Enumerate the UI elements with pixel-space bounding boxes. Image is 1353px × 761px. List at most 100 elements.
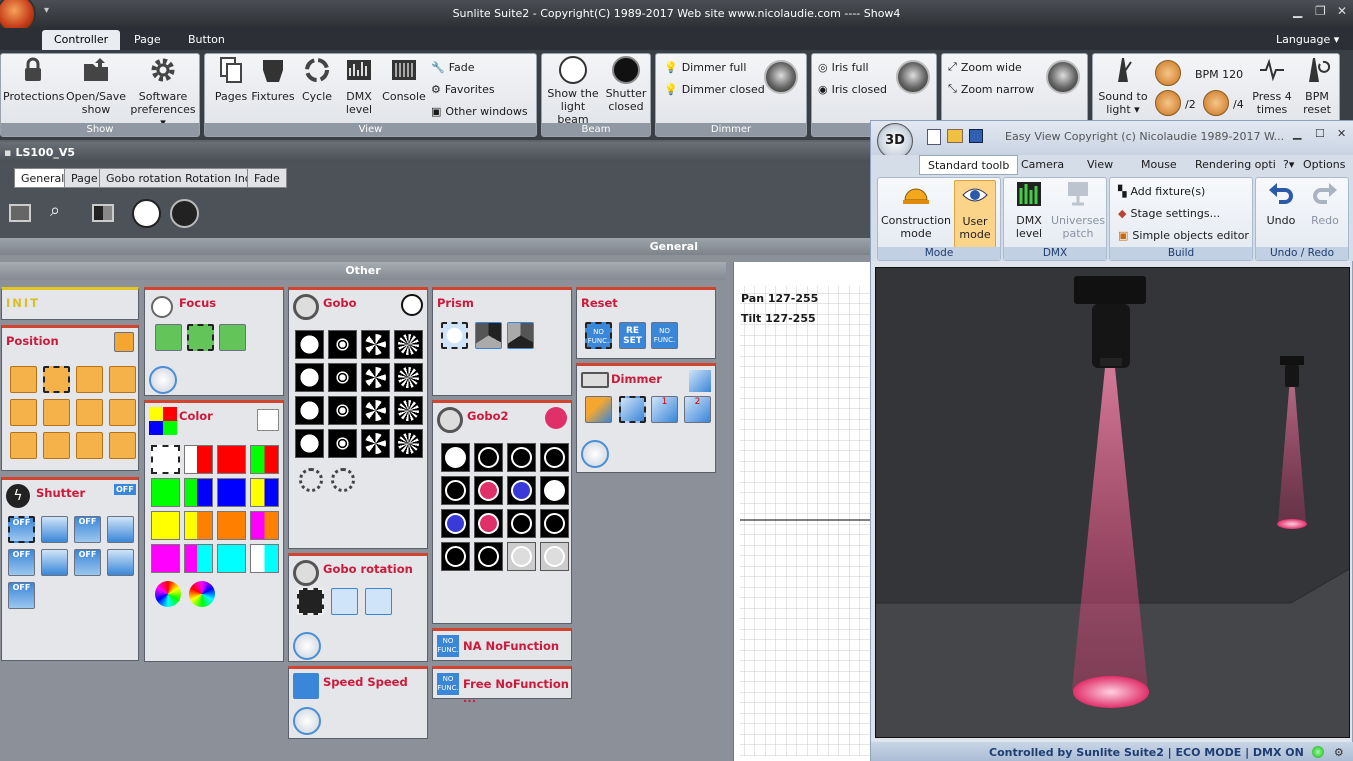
protections-button[interactable]: Protections bbox=[3, 56, 64, 103]
tab-controller[interactable]: Controller bbox=[42, 30, 121, 50]
stage-settings-button[interactable]: ◆ Stage settings... bbox=[1118, 204, 1220, 222]
gobo-pattern-button[interactable] bbox=[328, 396, 357, 425]
gobo-rotation-ccw-button[interactable] bbox=[365, 588, 392, 615]
dmx-level-button[interactable]: DMX level bbox=[339, 56, 379, 116]
color-swatch[interactable] bbox=[217, 544, 246, 573]
gobo2-pattern-button[interactable] bbox=[441, 476, 470, 505]
color-swatch[interactable] bbox=[151, 511, 180, 540]
reset-button[interactable]: RE SET bbox=[619, 322, 646, 349]
shutter-off-button[interactable]: OFF bbox=[74, 516, 101, 543]
easy-view-maximize-icon[interactable]: ☐ bbox=[1315, 127, 1325, 140]
press-4-times-button[interactable]: Press 4 times bbox=[1249, 56, 1295, 116]
gobo-pattern-button[interactable] bbox=[394, 396, 423, 425]
beam-on-button[interactable] bbox=[132, 199, 161, 228]
prism-rotate-button[interactable] bbox=[507, 322, 534, 349]
dmx-level-3d-button[interactable]: DMX level bbox=[1008, 180, 1050, 240]
tab-gobo-rotation-index[interactable]: Gobo rotation Rotation Index bbox=[99, 168, 272, 188]
position-macro-button[interactable] bbox=[109, 399, 136, 426]
gobo-pattern-button[interactable] bbox=[328, 330, 357, 359]
zoom-knob[interactable] bbox=[1046, 60, 1080, 94]
screen-icon[interactable] bbox=[9, 204, 31, 222]
gobo-pattern-button[interactable] bbox=[394, 429, 423, 458]
color-swatch[interactable] bbox=[184, 445, 213, 474]
maximize-icon[interactable]: ❐ bbox=[1315, 4, 1326, 18]
prism-open-button[interactable] bbox=[441, 322, 468, 349]
gobo-pattern-button[interactable] bbox=[361, 363, 390, 392]
position-macro-button[interactable] bbox=[43, 366, 70, 393]
color-swatch[interactable] bbox=[184, 544, 213, 573]
dimmer-2-button[interactable]: 2 bbox=[684, 396, 711, 423]
3d-stage-view[interactable] bbox=[875, 267, 1350, 738]
easy-view-close-icon[interactable]: ✕ bbox=[1337, 127, 1346, 140]
shutter-cycle-button[interactable] bbox=[41, 549, 68, 576]
console-button[interactable]: Console bbox=[381, 56, 427, 103]
dimmer-closed-button[interactable]: 💡 Dimmer closed bbox=[664, 80, 765, 98]
show-light-beam-button[interactable]: Show the light beam bbox=[544, 56, 602, 126]
gobo2-pattern-button[interactable] bbox=[474, 443, 503, 472]
color-swatch[interactable] bbox=[250, 478, 279, 507]
dimmer-full-button[interactable]: 💡 Dimmer full bbox=[664, 58, 746, 76]
3d-orb-button[interactable]: 3D bbox=[877, 123, 913, 159]
gobo-pattern-button[interactable] bbox=[361, 429, 390, 458]
focus-far-button[interactable] bbox=[219, 324, 246, 351]
gobo2-pattern-button[interactable] bbox=[507, 509, 536, 538]
color-swatch[interactable] bbox=[184, 511, 213, 540]
gobo-rotation-stop-button[interactable] bbox=[297, 588, 324, 615]
free-nofunction-box[interactable]: NO FUNC. Free NoFunction ... bbox=[432, 666, 572, 705]
gobo-pattern-button[interactable] bbox=[361, 330, 390, 359]
color-swatch[interactable] bbox=[217, 445, 246, 474]
save-icon[interactable] bbox=[969, 129, 983, 143]
shutter-off-icon[interactable]: OFF bbox=[114, 484, 136, 495]
position-reset-icon[interactable] bbox=[114, 332, 134, 352]
color-rotate-right-icon[interactable] bbox=[189, 581, 215, 607]
tab-general[interactable]: General bbox=[14, 168, 72, 188]
close-icon[interactable]: ✕ bbox=[1337, 4, 1347, 18]
new-icon[interactable] bbox=[927, 129, 941, 145]
shutter-off-button[interactable]: OFF bbox=[8, 549, 35, 576]
tab-camera[interactable]: Camera bbox=[1013, 155, 1072, 175]
speed-dial[interactable] bbox=[293, 707, 321, 735]
tab-standard-toolbar[interactable]: Standard toolb bbox=[919, 155, 1019, 175]
gobo2-pattern-button[interactable] bbox=[540, 476, 569, 505]
user-mode-button[interactable]: User mode bbox=[954, 180, 996, 248]
color-swatch[interactable] bbox=[151, 445, 180, 474]
focus-near-button[interactable] bbox=[155, 324, 182, 351]
gobo-pattern-button[interactable] bbox=[328, 363, 357, 392]
dimmer-knob[interactable] bbox=[764, 60, 798, 94]
iris-closed-button[interactable]: ◉ Iris closed bbox=[818, 80, 887, 98]
tab-view[interactable]: View bbox=[1079, 155, 1121, 175]
favorites-button[interactable]: ⚙ Favorites bbox=[431, 80, 495, 98]
init-box[interactable]: INIT bbox=[1, 287, 139, 320]
gobo2-pattern-button[interactable] bbox=[507, 542, 536, 571]
na-nofunction-box[interactable]: NO FUNC. NA NoFunction bbox=[432, 628, 572, 661]
open-icon[interactable] bbox=[947, 129, 963, 143]
zoom-narrow-button[interactable]: ⤡ Zoom narrow bbox=[948, 80, 1034, 98]
pages-button[interactable]: Pages bbox=[211, 56, 251, 103]
position-macro-button[interactable] bbox=[109, 432, 136, 459]
position-macro-button[interactable] bbox=[43, 399, 70, 426]
reset-nofunc-2-button[interactable]: NO FUNC. bbox=[651, 322, 678, 349]
color-swatch[interactable] bbox=[250, 445, 279, 474]
fixtures-button[interactable]: Fixtures bbox=[251, 56, 295, 103]
shutter-cycle-button[interactable] bbox=[107, 549, 134, 576]
universes-patch-button[interactable]: Universes patch bbox=[1050, 180, 1106, 240]
color-swatch[interactable] bbox=[151, 544, 180, 573]
position-macro-button[interactable] bbox=[76, 399, 103, 426]
position-macro-button[interactable] bbox=[10, 399, 37, 426]
gobo2-pattern-button[interactable] bbox=[474, 509, 503, 538]
gobo2-pattern-button[interactable] bbox=[474, 542, 503, 571]
color-rotate-left-icon[interactable] bbox=[155, 581, 181, 607]
simple-objects-editor-button[interactable]: ▣ Simple objects editor bbox=[1118, 226, 1249, 244]
divide-4-button[interactable] bbox=[1203, 90, 1229, 116]
gobo-pattern-button[interactable] bbox=[328, 429, 357, 458]
tab-page[interactable]: Page bbox=[122, 30, 173, 50]
gobo-pattern-button[interactable] bbox=[394, 330, 423, 359]
tab-fade[interactable]: Fade bbox=[247, 168, 287, 188]
gobo-rotation-cw-button[interactable] bbox=[331, 588, 358, 615]
fade-button[interactable]: 🔧 Fade bbox=[431, 58, 475, 76]
focus-mid-button[interactable] bbox=[187, 324, 214, 351]
dimmer-ramp-button[interactable] bbox=[585, 396, 612, 423]
position-macro-button[interactable] bbox=[10, 366, 37, 393]
tab-button[interactable]: Button bbox=[176, 30, 237, 50]
add-fixtures-button[interactable]: ▚ Add fixture(s) bbox=[1118, 182, 1205, 200]
